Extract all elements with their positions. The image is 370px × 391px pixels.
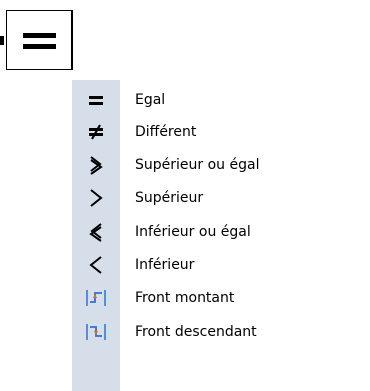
menu-item-superieur-ou-egal[interactable]: Supérieur ou égal: [72, 147, 370, 183]
greater-or-equal-icon: [72, 147, 120, 183]
menu-item-label: Egal: [135, 92, 166, 108]
falling-edge-icon: [72, 314, 120, 350]
menu-item-egal[interactable]: Egal: [72, 82, 370, 118]
menu-item-inferieur-ou-egal[interactable]: Inférieur ou égal: [72, 214, 370, 250]
menu-item-label: Front montant: [135, 290, 235, 306]
menu-item-front-descendant[interactable]: Front descendant: [72, 314, 370, 350]
menu-item-label: Différent: [135, 124, 197, 140]
menu-item-label: Front descendant: [135, 324, 257, 340]
menu-item-different[interactable]: Différent: [72, 114, 370, 150]
less-or-equal-icon: [72, 214, 120, 250]
comparison-selector: Egal Différent Supérieur ou égal Supérie…: [0, 0, 370, 391]
menu-item-label: Inférieur ou égal: [135, 224, 251, 240]
menu-item-superieur[interactable]: Supérieur: [72, 180, 370, 216]
menu-item-inferieur[interactable]: Inférieur: [72, 247, 370, 283]
menu-item-label: Supérieur ou égal: [135, 157, 260, 173]
comparison-menu: Egal Différent Supérieur ou égal Supérie…: [72, 80, 370, 391]
menu-item-front-montant[interactable]: Front montant: [72, 280, 370, 316]
less-than-icon: [72, 247, 120, 283]
not-equal-icon: [72, 114, 120, 150]
equals-icon: [72, 82, 120, 118]
greater-than-icon: [72, 180, 120, 216]
menu-item-label: Supérieur: [135, 190, 204, 206]
menu-item-label: Inférieur: [135, 257, 195, 273]
equals-icon: [7, 33, 72, 73]
compare-tool-button[interactable]: [6, 10, 73, 70]
button-indicator-tick: [0, 36, 4, 45]
rising-edge-icon: [72, 280, 120, 316]
